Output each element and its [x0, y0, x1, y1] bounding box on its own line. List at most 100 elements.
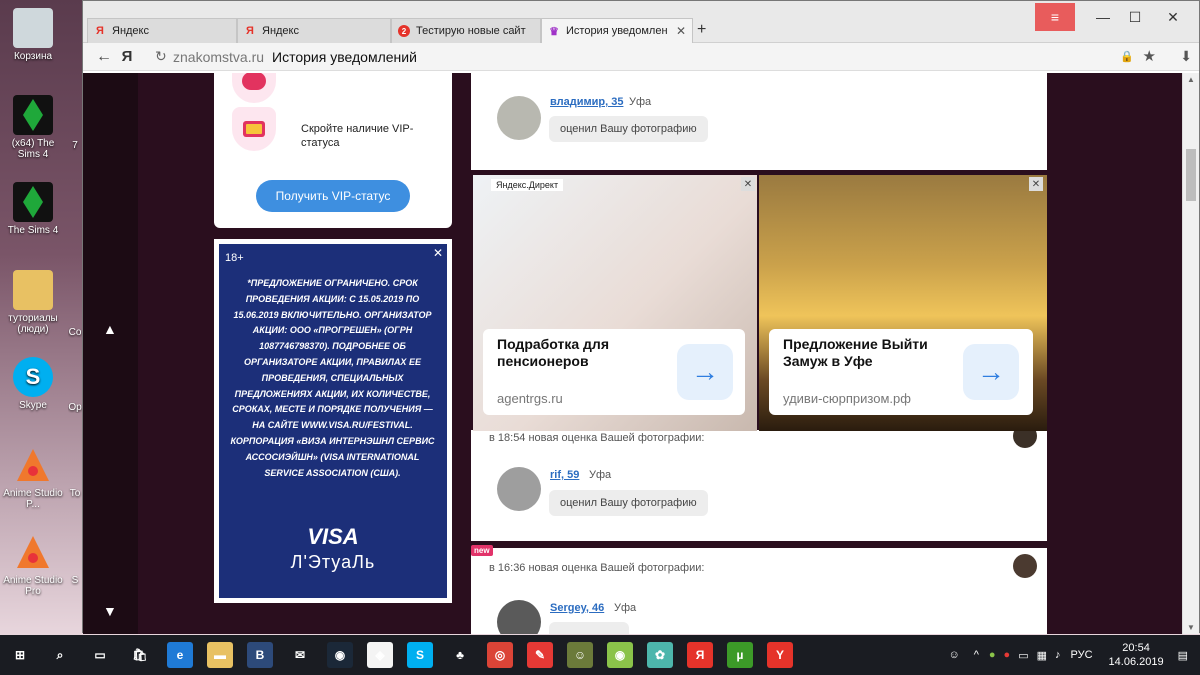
reload-icon[interactable]: ↻ — [155, 48, 167, 65]
ad-close-icon[interactable]: ✕ — [433, 246, 443, 260]
people-icon[interactable]: ☺ — [948, 649, 959, 661]
tab-testing-sites[interactable]: 2 Тестирую новые сайт — [391, 18, 541, 43]
tab-notification-history[interactable]: ♛ История уведомлен ✕ — [541, 18, 693, 43]
yandex-logo-icon[interactable]: Я — [117, 48, 137, 65]
arrow-right-icon[interactable]: → — [963, 344, 1019, 400]
scroll-down-arrow-icon[interactable]: ▼ — [103, 603, 117, 619]
ad-domain: удиви-сюрпризом.рф — [783, 391, 911, 406]
download-icon[interactable]: ⬇ — [1180, 48, 1192, 65]
colorful-app-icon[interactable]: ◈ — [367, 642, 393, 668]
visa-ad-banner[interactable]: 18+ ✕ *ПРЕДЛОЖЕНИЕ ОГРАНИЧЕНО. СРОК ПРОВ… — [214, 239, 452, 603]
desktop-icon-sims4-x64[interactable]: (x64) The Sims 4 — [0, 95, 66, 160]
steam-icon[interactable]: ◉ — [327, 642, 353, 668]
url-field[interactable]: ↻ znakomstva.ru История уведомлений 🔒 ★ … — [151, 46, 1192, 68]
ad-pensioners[interactable]: Яндекс.Директ ✕ Подработка для пенсионер… — [473, 175, 757, 431]
avatar-app-icon[interactable]: ☺ — [567, 642, 593, 668]
close-window-button[interactable]: ✕ — [1153, 3, 1193, 31]
tray-app-icon[interactable]: ● — [989, 649, 996, 661]
task-view-icon[interactable]: ▭ — [87, 642, 113, 668]
skype-icon[interactable]: S — [407, 642, 433, 668]
file-explorer-icon[interactable]: ▬ — [207, 642, 233, 668]
scrollbar-thumb[interactable] — [1186, 149, 1196, 201]
tab-label: Тестирую новые сайт — [416, 25, 526, 37]
ball-icon[interactable]: ◉ — [607, 642, 633, 668]
desktop-icon-folder[interactable]: туториалы (люди) — [0, 270, 66, 335]
avatar[interactable] — [497, 467, 541, 511]
user-link[interactable]: rif, 59 — [550, 469, 579, 481]
age-rating: 18+ — [225, 252, 244, 264]
page-viewport: ▲ ▼ Скройте наличие VIP-статуса Получить… — [83, 73, 1183, 634]
page-scrollbar[interactable]: ▲ ▼ — [1182, 73, 1199, 634]
lock-icon[interactable]: 🔒 — [1120, 50, 1134, 63]
notification-card: владимир, 35 Уфа оценил Вашу фотографию — [471, 73, 1047, 170]
ad-close-icon[interactable]: ✕ — [1029, 177, 1043, 191]
desktop-icon-sims4[interactable]: The Sims 4 — [0, 182, 66, 236]
mail-icon[interactable]: ✉ — [287, 642, 313, 668]
yandex-favicon-icon: Я — [246, 25, 254, 37]
tab-yandex-1[interactable]: Я Яндекс — [87, 18, 237, 43]
language-indicator[interactable]: РУС — [1071, 649, 1093, 661]
ad-text-panel: Предложение Выйти Замуж в Уфе удиви-сюрп… — [769, 329, 1033, 415]
network-icon[interactable]: ▦ — [1037, 649, 1047, 662]
anime-studio-icon — [13, 445, 53, 485]
yandex-browser-icon[interactable]: Y — [767, 642, 793, 668]
tray-app-icon[interactable]: ● — [1004, 649, 1011, 661]
scroll-up-arrow-icon[interactable]: ▲ — [103, 321, 117, 337]
partial-desktop-label: Co — [68, 327, 82, 338]
windows-start-icon[interactable]: ⊞ — [7, 642, 33, 668]
user-city: Уфа — [589, 469, 612, 481]
vip-hide-text: Скройте наличие VIP-статуса — [301, 123, 414, 149]
utorrent-icon[interactable]: µ — [727, 642, 753, 668]
rating-message: оценил Вашу фотографию — [549, 116, 708, 142]
user-link[interactable]: Sergey, 46 — [550, 602, 604, 614]
desktop-icon-skype[interactable]: S Skype — [0, 357, 66, 411]
tray-expand-icon[interactable]: ^ — [974, 649, 979, 661]
volume-icon[interactable]: ♪ — [1055, 649, 1061, 661]
clock[interactable]: 20:54 14.06.2019 — [1109, 641, 1164, 669]
partial-desktop-label: To — [69, 488, 81, 499]
desktop-icon-label: Skype — [19, 400, 47, 411]
taskbar: ⊞ ⌕ ▭ 🛍 e ▬ B ✉ ◉ ◈ S ♣ ◎ ✎ ☺ ◉ ✿ Яµ Y ☺ ^ ● ● ▭ ▦ ♪ РУС 2… — [0, 635, 1200, 675]
notification-header: в 18:54 новая оценка Вашей фотографии: — [489, 432, 705, 444]
avatar[interactable] — [497, 96, 541, 140]
bookmark-star-icon[interactable]: ★ — [1143, 47, 1156, 65]
sims-plumbob-icon — [13, 182, 53, 222]
vip-shield-icon — [232, 73, 276, 103]
notification-header: в 16:36 новая оценка Вашей фотографии: — [489, 562, 705, 574]
ad-marriage-proposal[interactable]: ✕ Предложение Выйти Замуж в Уфе удиви-сю… — [759, 175, 1047, 431]
maximize-button[interactable]: ☐ — [1115, 3, 1155, 31]
notifications-icon[interactable]: ▤ — [1178, 649, 1188, 662]
partial-desktop-label: S — [71, 575, 79, 586]
ad-close-icon[interactable]: ✕ — [741, 177, 755, 191]
get-vip-button[interactable]: Получить VIP-статус — [256, 180, 410, 212]
my-photo-thumbnail[interactable] — [1013, 554, 1037, 578]
anime-studio-icon — [13, 532, 53, 572]
rating-message-partial — [549, 622, 629, 634]
scrollbar-down-icon[interactable]: ▼ — [1187, 623, 1195, 632]
new-tab-button[interactable]: + — [697, 21, 706, 39]
anime-app-icon[interactable]: ✿ — [647, 642, 673, 668]
notification-card: new в 16:36 новая оценка Вашей фотографи… — [471, 545, 1047, 634]
desktop-icon-recycle-bin[interactable]: Корзина — [0, 8, 66, 62]
scrollbar-up-icon[interactable]: ▲ — [1187, 75, 1195, 84]
tab-yandex-2[interactable]: Я Яндекс — [237, 18, 391, 43]
edge-icon[interactable]: e — [167, 642, 193, 668]
store-icon[interactable]: 🛍 — [127, 642, 153, 668]
crown-favicon-icon: ♛ — [549, 25, 559, 38]
arrow-right-icon[interactable]: → — [677, 344, 733, 400]
game-icon[interactable]: ♣ — [447, 642, 473, 668]
desktop-icon-anime-studio[interactable]: Anime Studio P... — [0, 445, 66, 510]
tab-close-icon[interactable]: ✕ — [670, 24, 686, 38]
search-icon[interactable]: ⌕ — [47, 642, 73, 668]
avatar[interactable] — [497, 600, 541, 634]
user-link[interactable]: владимир, 35 — [550, 96, 623, 108]
yandex-icon[interactable]: Я — [687, 642, 713, 668]
browser-menu-button[interactable]: ≡ — [1035, 3, 1075, 31]
pin-app-icon[interactable]: ✎ — [527, 642, 553, 668]
chrome-icon[interactable]: ◎ — [487, 642, 513, 668]
back-arrow-icon[interactable]: ← — [91, 48, 117, 66]
browser-titlebar: Я Яндекс Я Яндекс 2 Тестирую новые сайт … — [83, 1, 1199, 43]
b-app-icon[interactable]: B — [247, 642, 273, 668]
desktop-icon-anime-studio-pro[interactable]: Anime Studio Pro — [0, 532, 66, 597]
tray-app-icon[interactable]: ▭ — [1018, 649, 1028, 662]
